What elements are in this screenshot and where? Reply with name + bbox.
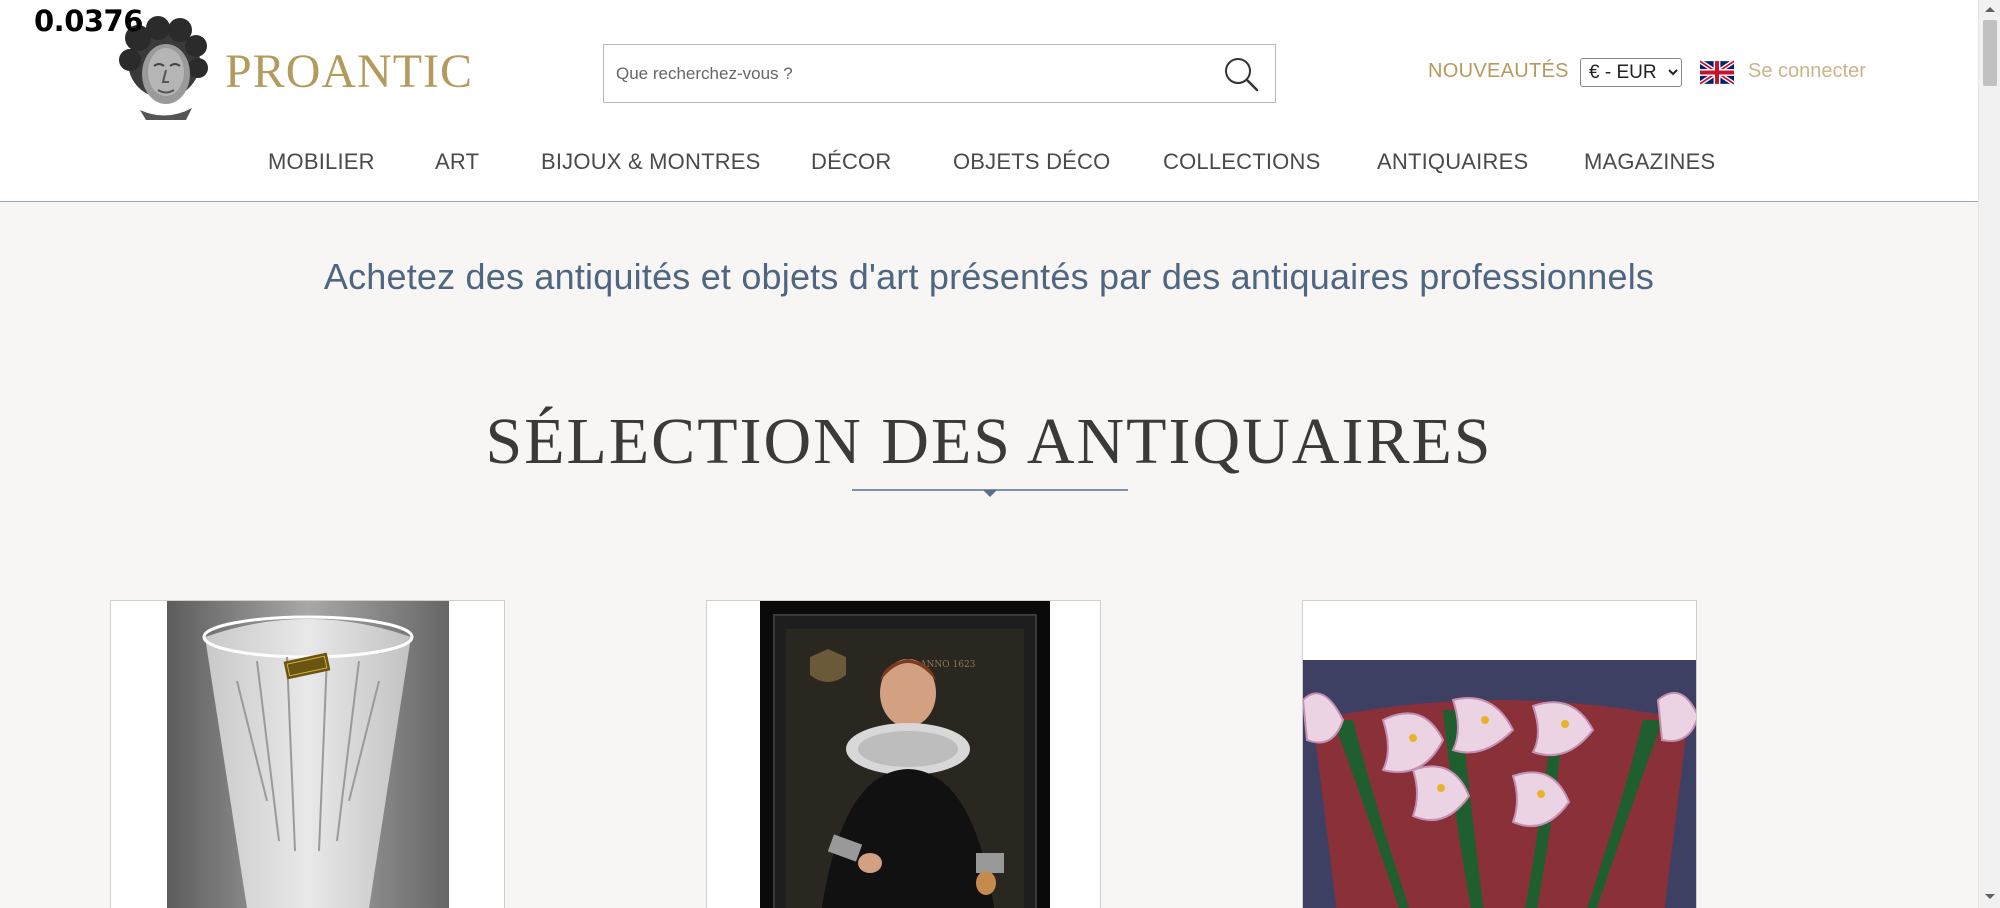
nav-item-art[interactable]: ART <box>435 149 479 175</box>
nav-item-mobilier[interactable]: MOBILIER <box>268 149 375 175</box>
page-viewport: 0.0376 PROANTIC NOUVEAUTÉS € - EUR <box>0 0 1978 908</box>
product-card[interactable] <box>110 600 505 908</box>
uk-flag-icon[interactable] <box>1700 60 1734 85</box>
search-input[interactable] <box>616 59 1196 89</box>
nouveautes-link[interactable]: NOUVEAUTÉS <box>1428 60 1569 83</box>
product-card[interactable] <box>1302 600 1697 908</box>
portrait-painting-image: ANNO 1623 <box>760 601 1050 908</box>
crystal-vase-image <box>167 601 449 908</box>
main-nav: MOBILIER ART BIJOUX & MONTRES DÉCOR OBJE… <box>0 145 1978 185</box>
currency-select[interactable]: € - EUR <box>1580 58 1682 87</box>
product-card[interactable]: ANNO 1623 <box>706 600 1101 908</box>
calla-lily-cachepot-image <box>1303 660 1696 908</box>
nav-item-decor[interactable]: DÉCOR <box>811 149 891 175</box>
nav-item-objets-deco[interactable]: OBJETS DÉCO <box>953 149 1110 175</box>
nav-item-bijoux-montres[interactable]: BIJOUX & MONTRES <box>541 149 761 175</box>
scroll-up-arrow-icon[interactable] <box>1979 0 2000 18</box>
overlay-value: 0.0376 <box>34 4 143 38</box>
site-header: 0.0376 PROANTIC NOUVEAUTÉS € - EUR <box>0 0 1978 202</box>
scrollbar-thumb[interactable] <box>1983 20 1997 86</box>
section-divider <box>852 489 1128 497</box>
section-title: SÉLECTION DES ANTIQUAIRES <box>485 405 1493 478</box>
nav-item-collections[interactable]: COLLECTIONS <box>1163 149 1320 175</box>
brand-name[interactable]: PROANTIC <box>225 44 473 99</box>
search-icon[interactable] <box>1221 54 1261 94</box>
vertical-scrollbar[interactable] <box>1978 0 2000 908</box>
nav-item-antiquaires[interactable]: ANTIQUAIRES <box>1377 149 1528 175</box>
search-box <box>603 44 1276 103</box>
scroll-down-arrow-icon[interactable] <box>1979 888 2000 906</box>
nav-item-magazines[interactable]: MAGAZINES <box>1584 149 1715 175</box>
page-tagline: Achetez des antiquités et objets d'art p… <box>323 256 1655 297</box>
login-link[interactable]: Se connecter <box>1748 60 1866 83</box>
